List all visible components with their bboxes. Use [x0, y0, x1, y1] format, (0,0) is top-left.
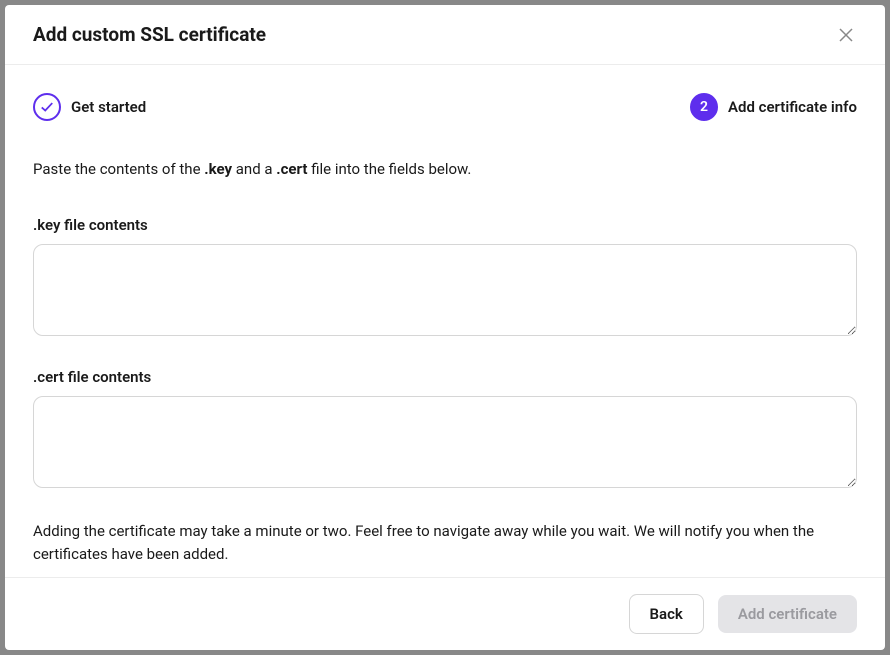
modal-header: Add custom SSL certificate — [5, 5, 885, 65]
key-extension: .key — [204, 160, 232, 178]
step-circle-done — [33, 93, 61, 121]
step-circle-active: 2 — [690, 93, 718, 121]
step-label: Add certificate info — [728, 98, 857, 116]
step-add-certificate-info: 2 Add certificate info — [690, 93, 857, 121]
cert-extension: .cert — [276, 160, 307, 178]
cert-file-textarea[interactable] — [33, 396, 857, 488]
cert-file-label: .cert file contents — [33, 368, 857, 386]
instruction-text: Paste the contents of the .key and a .ce… — [33, 159, 857, 180]
modal-title: Add custom SSL certificate — [33, 23, 266, 46]
key-file-label: .key file contents — [33, 216, 857, 234]
instruction-suffix: file into the fields below. — [307, 160, 471, 178]
add-certificate-button[interactable]: Add certificate — [718, 595, 857, 633]
step-get-started[interactable]: Get started — [33, 93, 146, 121]
key-file-textarea[interactable] — [33, 244, 857, 336]
help-text: Adding the certificate may take a minute… — [33, 520, 857, 565]
instruction-mid: and a — [232, 160, 276, 178]
modal-footer: Back Add certificate — [5, 577, 885, 650]
back-button[interactable]: Back — [629, 594, 704, 634]
instruction-prefix: Paste the contents of the — [33, 160, 204, 178]
stepper: Get started 2 Add certificate info — [33, 93, 857, 121]
step-label: Get started — [71, 98, 146, 116]
cert-field-group: .cert file contents — [33, 368, 857, 492]
close-button[interactable] — [835, 24, 857, 46]
key-field-group: .key file contents — [33, 216, 857, 340]
ssl-certificate-modal: Add custom SSL certificate Get started 2… — [5, 5, 885, 650]
modal-body: Get started 2 Add certificate info Paste… — [5, 65, 885, 577]
close-icon — [839, 28, 853, 42]
check-icon — [40, 100, 54, 114]
